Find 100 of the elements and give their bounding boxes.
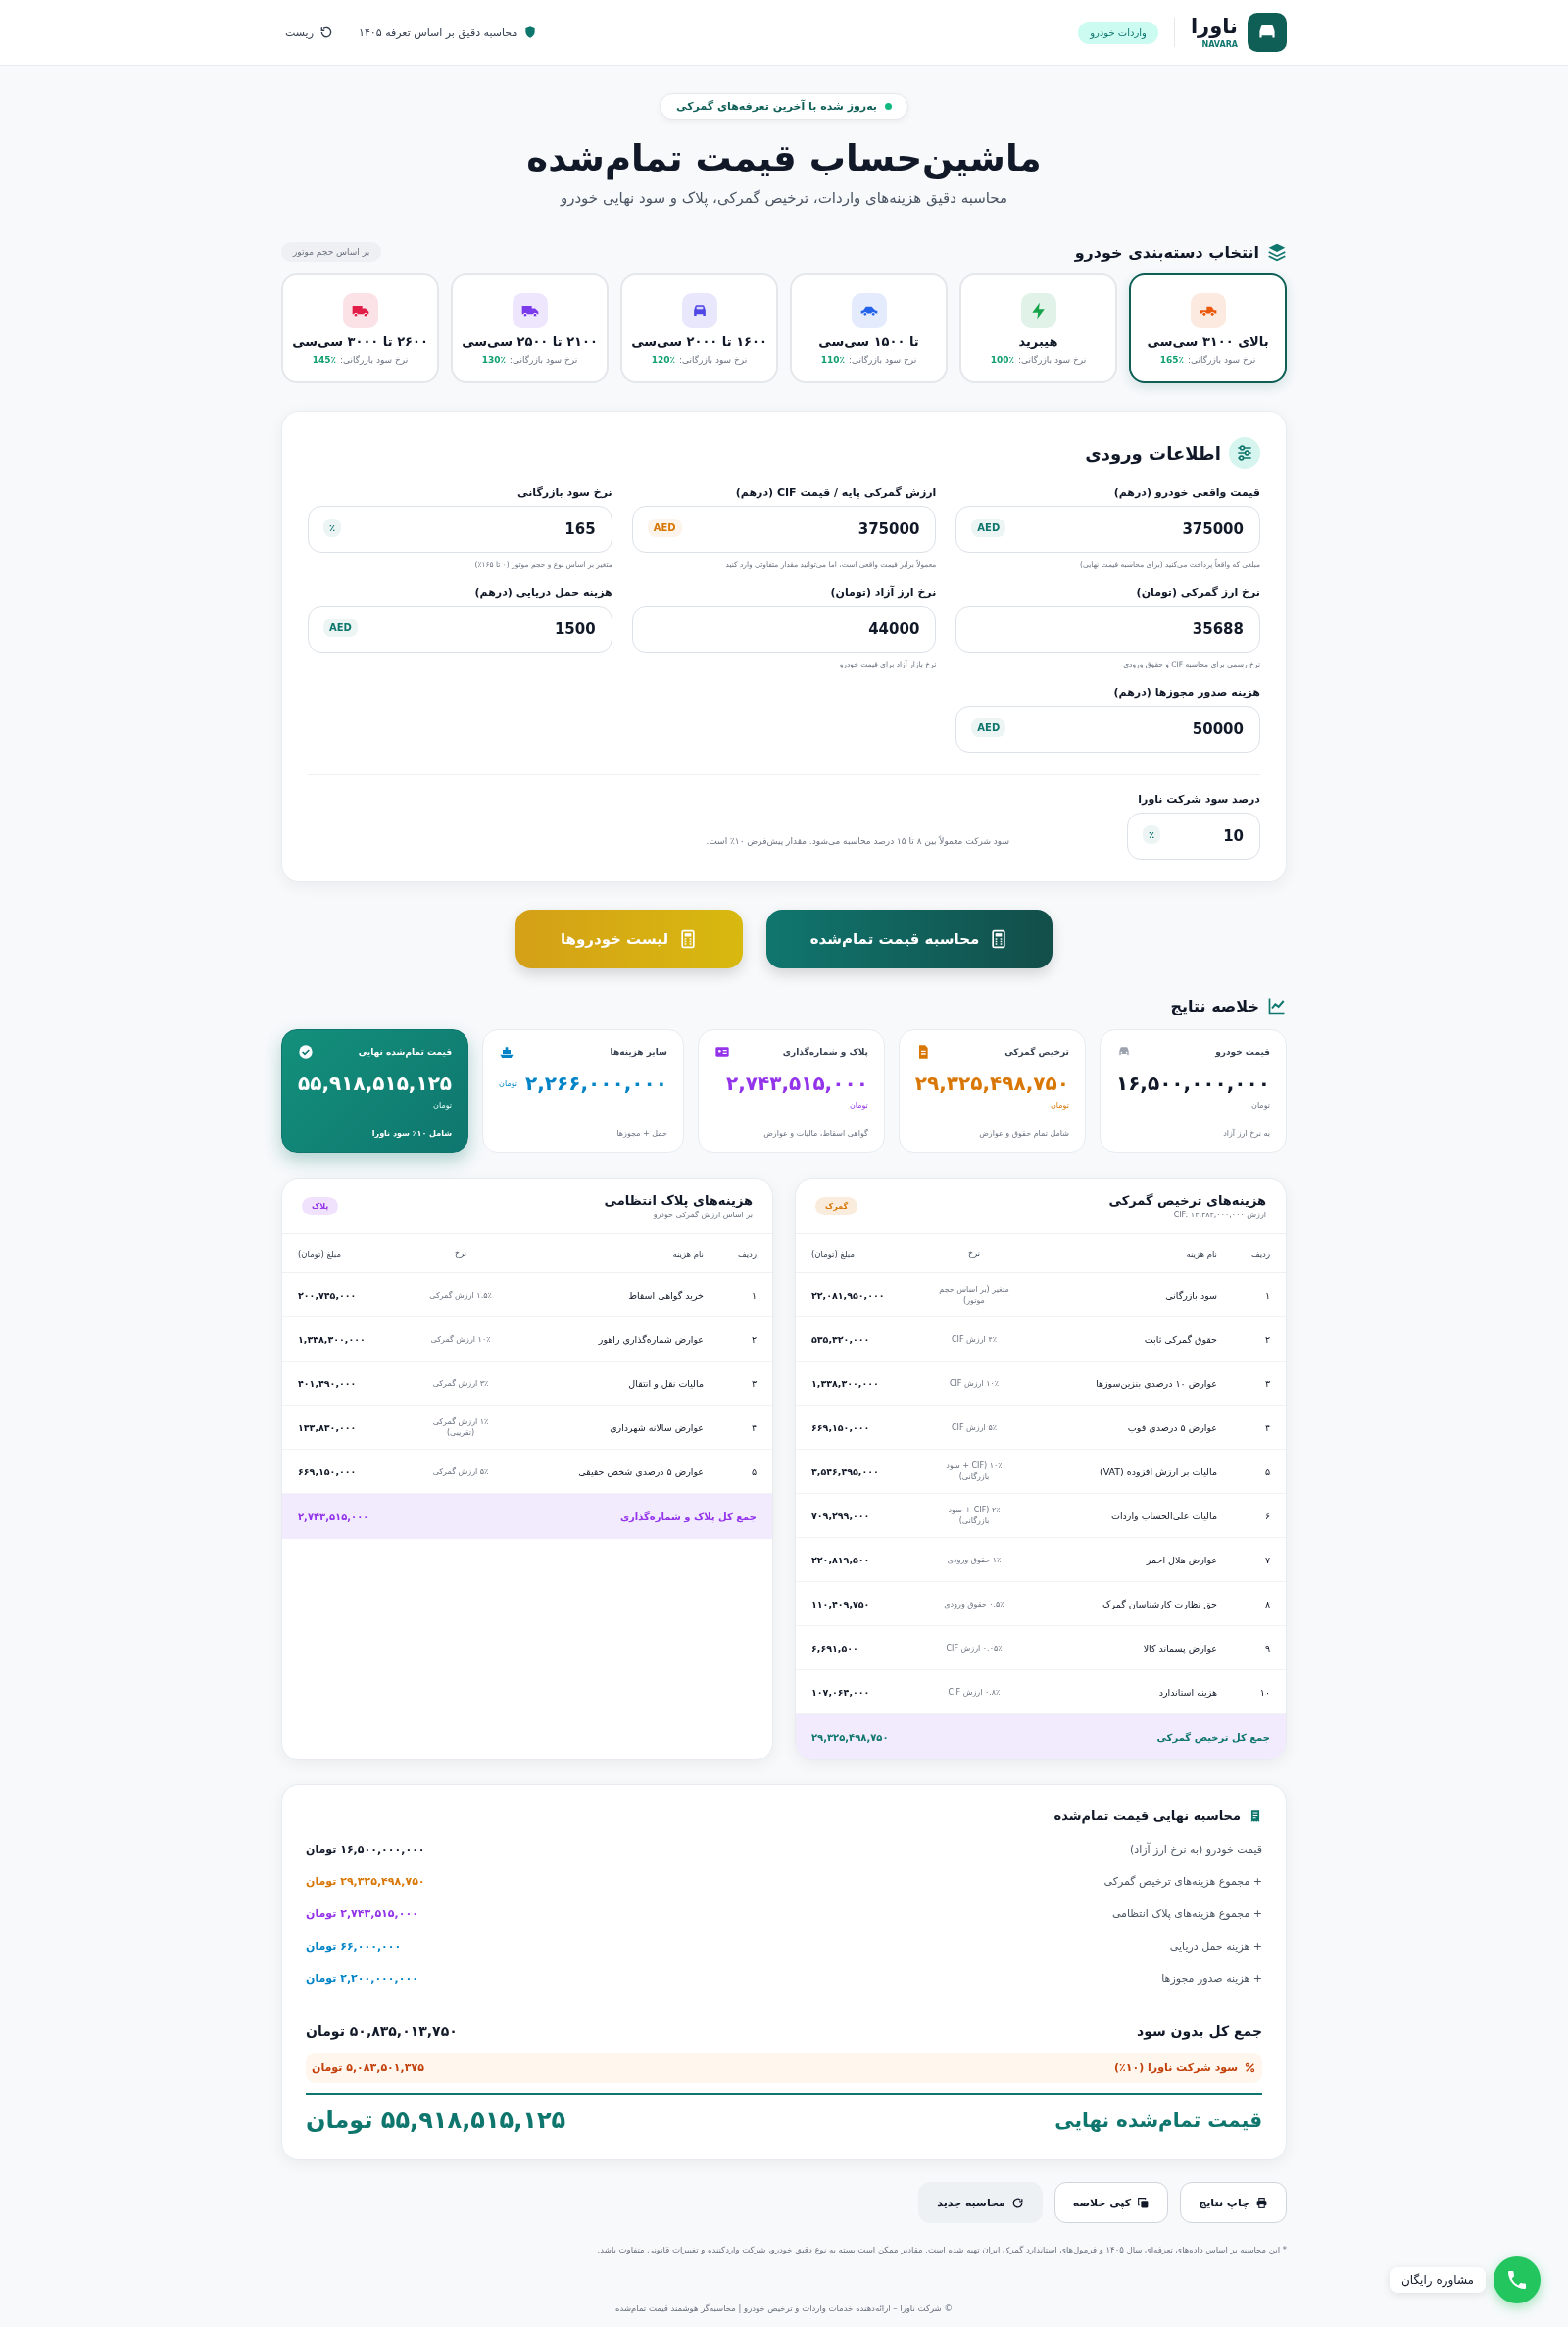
category-tag: گمرک [815,1197,858,1215]
amount: ۱۶,۵۰۰,۰۰۰,۰۰۰ [1115,1071,1270,1095]
card-note: شامل ۱۰٪ سود ناورا [370,1129,453,1138]
table-cell: ۶۶۹,۱۵۰,۰۰۰ [282,1449,416,1494]
column-header: نرخ [929,1234,1019,1273]
total-amount: ۲۹,۳۲۵,۴۹۸,۷۵۰ [796,1713,929,1760]
table-cell: عوارض سالانه شهرداری [506,1405,713,1450]
rate-label: نرخ سود بازرگانی: [1188,354,1256,365]
table-cell: ۱۱۰,۴۰۹,۷۵۰ [796,1581,929,1626]
total-label: جمع کل ترخیص گمرکی [929,1713,1286,1760]
table-cell: ۱۰٪ (CIF + سود بازرگانی) [929,1449,1019,1494]
ship-icon [499,1044,515,1060]
cost-amount: ۱۶,۵۰۰,۰۰۰,۰۰۰ تومان [306,1843,425,1857]
card-label: پلاک و شماره‌گذاری [782,1047,868,1057]
refresh-icon [1010,2196,1024,2209]
column-header: ردیف [1227,1234,1286,1273]
profit-label: سود شرکت ناورا (۱۰٪) [1114,2061,1238,2075]
category-card[interactable]: ۲۶۰۰ تا ۳۰۰۰ سی‌سی نرخ سود بازرگانی: 145٪ [281,273,439,383]
table-cell: ۲٪ (CIF + سود بازرگانی) [929,1493,1019,1538]
brand-subtitle: NAVARA [1200,40,1238,49]
rate-label: نرخ سود بازرگانی: [510,354,578,365]
category-name: هیبرید [1018,333,1058,349]
table-cell: ۴ [1227,1405,1286,1450]
action-button[interactable]: چاپ نتایج [1180,2182,1287,2224]
disclaimer-text: * این محاسبه بر اساس داده‌های تعرفه‌ای سال ۱۴۰۵ و فرمول‌های استاندارد گمرک ایران تهیه شده است. مقادیر ممکن است بسته به نوع دقیق خودرو، شرکت واردکننده و تغییرات قانونی متفاوت باشد. [596,2245,1287,2255]
table-cell: ۸ [1227,1581,1286,1626]
table-cell: ۲۲,۰۸۱,۹۵۰,۰۰۰ [796,1272,929,1317]
table-cell: ۳ [1227,1361,1286,1406]
column-header: نام هزینه [1019,1234,1227,1273]
footer-text: © شرکت ناورا – ارائه‌دهنده خدمات واردات و ترخیص خودرو | محاسبه‌گر هوشمند قیمت تمام‌شده [614,2303,954,2314]
card-label: قیمت تمام‌شده نهایی [358,1047,453,1057]
table-cell: ۵۳۵,۳۲۰,۰۰۰ [796,1316,929,1362]
rate-value: 110٪ [820,354,846,365]
category-card[interactable]: هیبرید نرخ سود بازرگانی: 100٪ [959,273,1117,383]
table-cell: ۱۰۷,۰۶۴,۰۰۰ [796,1669,929,1714]
unit-badge: AED [647,519,682,537]
table-title: هزینه‌های ترخیص گمرکی [1108,1193,1266,1208]
table-cell: عوارض شماره‌گذاری راهور [506,1316,713,1362]
brand-name: ناورا [1190,16,1238,37]
category-card[interactable]: بالای ۳۱۰۰ سی‌سی نرخ سود بازرگانی: 165٪ [1129,273,1287,383]
final-price-amount: ۵۵,۹۱۸,۵۱۵,۱۲۵ تومان [306,2106,566,2135]
table-cell: عوارض ۵ درصدی شخص حقیقی [506,1449,713,1494]
card-note: حمل + مجوزها [615,1129,667,1138]
cost-amount: ۲۹,۳۲۵,۴۹۸,۷۵۰ تومان [306,1875,425,1889]
table-cell: ۳ [713,1361,772,1406]
section-badge: واردات خودرو [1078,21,1158,44]
table-cell: ۵ [1227,1449,1286,1494]
unit-badge: AED [971,718,1006,737]
calculate-button[interactable]: محاسبه قیمت تمام‌شده [766,910,1053,968]
cost-label: + هزینه حمل دریایی [1169,1940,1262,1954]
cost-amount: ۶۶,۰۰۰,۰۰۰ تومان [306,1940,402,1954]
consult-label: مشاوره رایگان [1390,2267,1487,2293]
unit-badge: AED [323,619,358,637]
logo-icon [1248,13,1287,52]
field-label: هزینه صدور مجوزها (درهم) [1112,686,1260,699]
table-cell: مالیات نقل و انتقال [506,1361,713,1406]
table-cell: ۱۰٪ ارزش CIF [929,1361,1019,1406]
table-cell: ۱٪ ارزش گمرکی (تقریبی) [416,1405,506,1450]
profit-amount: ۵,۰۸۳,۵۰۱,۳۷۵ تومان [312,2061,424,2075]
category-name: ۱۶۰۰ تا ۲۰۰۰ سی‌سی [631,333,767,349]
category-name: ۲۶۰۰ تا ۳۰۰۰ سی‌سی [292,333,428,349]
table-cell: ۹ [1227,1625,1286,1670]
table-cell: ۵٪ ارزش گمرکی [416,1449,506,1494]
table-cell: ۷۰۹,۲۹۹,۰۰۰ [796,1493,929,1538]
table-cell: عوارض ۵ درصدی فوب [1019,1405,1227,1450]
field-label: درصد سود شرکت ناورا [1137,793,1260,806]
table-cell: ۲۲۰,۸۱۹,۵۰۰ [796,1537,929,1582]
category-card[interactable]: ۲۱۰۰ تا ۲۵۰۰ سی‌سی نرخ سود بازرگانی: 130٪ [451,273,609,383]
field-label: نرخ ارز گمرکی (تومان) [1135,586,1260,599]
table-cell: ۱۳۳,۸۳۰,۰۰۰ [282,1405,416,1450]
rate-value: 100٪ [990,354,1015,365]
table-cell: ۴۰۱,۴۹۰,۰۰۰ [282,1361,416,1406]
rate-label: نرخ سود بازرگانی: [340,354,409,365]
table-cell: عوارض پسماند کالا [1019,1625,1227,1670]
input-field[interactable]: 35688 [956,606,1260,653]
final-price-label: قیمت تمام‌شده نهایی [1054,2108,1262,2133]
unit-badge: ٪ [323,519,342,537]
subtotal-amount: ۵۰,۸۳۵,۰۱۳,۷۵۰ تومان [306,2023,458,2040]
table-cell: ۱ [713,1272,772,1317]
table-cell: ۳,۵۴۶,۴۹۵,۰۰۰ [796,1449,929,1494]
rate-value: 165٪ [1159,354,1185,365]
rate-label: نرخ سود بازرگانی: [849,354,917,365]
category-card[interactable]: ۱۶۰۰ تا ۲۰۰۰ سی‌سی نرخ سود بازرگانی: 120٪ [620,273,778,383]
action-button[interactable]: کپی خلاصه [1054,2182,1169,2224]
action-button[interactable]: محاسبه جدید [918,2182,1043,2224]
input-field[interactable]: 44000 [631,606,937,653]
rate-value: 145٪ [312,354,337,365]
table-cell: مالیات علی‌الحساب واردات [1019,1493,1227,1538]
rate-label: نرخ سود بازرگانی: [1018,354,1087,365]
column-header: نام هزینه [506,1234,713,1273]
table-cell: ۲ [1227,1316,1286,1362]
phone-button[interactable] [1494,2256,1542,2303]
chart-icon [1267,996,1287,1015]
category-card[interactable]: تا ۱۵۰۰ سی‌سی نرخ سود بازرگانی: 110٪ [790,273,948,383]
field-label: هزینه حمل دریایی (درهم) [473,586,612,599]
table-subtitle: ارزش CIF: ۱۳,۳۸۳,۰۰۰,۰۰۰ [1172,1211,1266,1219]
subtotal-label: جمع کل بدون سود [1136,2023,1262,2040]
reset-button[interactable]: ریست [281,22,337,43]
field-label: نرخ ارز آزاد (تومان) [829,586,937,599]
table-cell: مالیات بر ارزش افزوده (VAT) [1019,1449,1227,1494]
